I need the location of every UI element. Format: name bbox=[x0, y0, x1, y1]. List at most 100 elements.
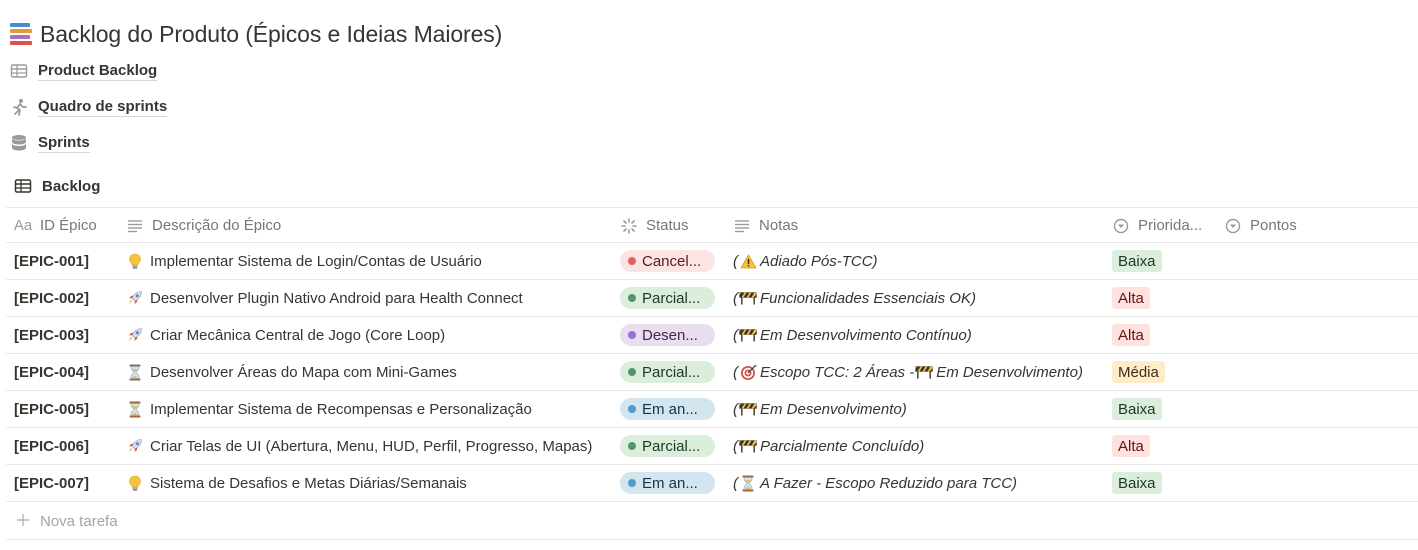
status-cell[interactable]: Em an... bbox=[620, 465, 724, 501]
rocket-icon bbox=[126, 326, 144, 344]
status-badge: Parcial... bbox=[620, 435, 715, 457]
backlog-table: Aa ID Épico Descrição do Épico Status No… bbox=[6, 207, 1418, 540]
epic-id-cell[interactable]: [EPIC-003] bbox=[14, 317, 118, 353]
status-badge: Parcial... bbox=[620, 361, 715, 383]
page-title: Backlog do Produto (Épicos e Ideias Maio… bbox=[40, 20, 503, 47]
priority-cell[interactable]: Alta bbox=[1112, 317, 1222, 353]
column-header-pontos[interactable]: Pontos bbox=[1224, 208, 1297, 243]
description-cell[interactable]: Sistema de Desafios e Metas Diárias/Sema… bbox=[126, 465, 616, 501]
priority-tag: Baixa bbox=[1112, 472, 1162, 494]
status-cell[interactable]: Parcial... bbox=[620, 354, 724, 390]
epic-id-cell[interactable]: [EPIC-005] bbox=[14, 391, 118, 427]
text-lines-icon bbox=[126, 217, 144, 235]
notes-cell[interactable]: ( Funcionalidades Essenciais OK) bbox=[733, 280, 1111, 316]
table-icon bbox=[10, 62, 28, 80]
status-dot bbox=[628, 294, 636, 302]
status-text: Parcial... bbox=[642, 437, 701, 455]
priority-cell[interactable]: Alta bbox=[1112, 428, 1222, 464]
notes-prefix: ( bbox=[733, 289, 738, 307]
notes-cell[interactable]: ( Parcialmente Concluído) bbox=[733, 428, 1111, 464]
view-tab-backlog[interactable]: Backlog bbox=[14, 174, 100, 198]
epic-id-cell[interactable]: [EPIC-001] bbox=[14, 243, 118, 279]
notes-text: Adiado Pós-TCC) bbox=[760, 252, 878, 270]
view-tab-label: Backlog bbox=[42, 177, 101, 195]
table-row[interactable]: [EPIC-002] Desenvolver Plugin Nativo And… bbox=[6, 280, 1418, 317]
notes-prefix: ( bbox=[733, 363, 738, 381]
plus-icon bbox=[16, 513, 30, 527]
status-cell[interactable]: Em an... bbox=[620, 391, 724, 427]
priority-cell[interactable]: Baixa bbox=[1112, 391, 1222, 427]
construction-icon bbox=[739, 401, 757, 417]
description-cell[interactable]: Implementar Sistema de Login/Contas de U… bbox=[126, 243, 616, 279]
column-header-descricao[interactable]: Descrição do Épico bbox=[126, 208, 281, 243]
epic-id: [EPIC-007] bbox=[14, 474, 90, 492]
status-text: Desen... bbox=[642, 326, 698, 344]
status-cell[interactable]: Desen... bbox=[620, 317, 724, 353]
select-circle-icon bbox=[1112, 217, 1130, 235]
description-cell[interactable]: Desenvolver Plugin Nativo Android para H… bbox=[126, 280, 616, 316]
table-row[interactable]: [EPIC-007] Sistema de Desafios e Metas D… bbox=[6, 465, 1418, 502]
notes-text: Escopo TCC: 2 Áreas - bbox=[760, 363, 915, 381]
select-circle-icon bbox=[1224, 217, 1242, 235]
epic-id-cell[interactable]: [EPIC-004] bbox=[14, 354, 118, 390]
description-cell[interactable]: Criar Mecânica Central de Jogo (Core Loo… bbox=[126, 317, 616, 353]
status-badge: Em an... bbox=[620, 472, 715, 494]
books-icon bbox=[10, 23, 32, 45]
column-header-notas[interactable]: Notas bbox=[733, 208, 798, 243]
column-header-status[interactable]: Status bbox=[620, 208, 689, 243]
priority-cell[interactable]: Baixa bbox=[1112, 465, 1222, 501]
column-header-id[interactable]: Aa ID Épico bbox=[12, 208, 97, 243]
description-cell[interactable]: Implementar Sistema de Recompensas e Per… bbox=[126, 391, 616, 427]
table-row[interactable]: [EPIC-005] Implementar Sistema de Recomp… bbox=[6, 391, 1418, 428]
status-dot bbox=[628, 331, 636, 339]
link-label[interactable]: Product Backlog bbox=[38, 62, 158, 81]
epic-id-cell[interactable]: [EPIC-002] bbox=[14, 280, 118, 316]
construction-icon bbox=[739, 438, 757, 454]
column-header-prioridade[interactable]: Priorida... bbox=[1112, 208, 1202, 243]
link-label[interactable]: Sprints bbox=[38, 134, 90, 153]
table-row[interactable]: [EPIC-004] Desenvolver Áreas do Mapa com… bbox=[6, 354, 1418, 391]
description-cell[interactable]: Desenvolver Áreas do Mapa com Mini-Games bbox=[126, 354, 616, 390]
priority-cell[interactable]: Alta bbox=[1112, 280, 1222, 316]
new-task-button[interactable]: Nova tarefa bbox=[6, 502, 1418, 540]
priority-cell[interactable]: Baixa bbox=[1112, 243, 1222, 279]
priority-cell[interactable]: Média bbox=[1112, 354, 1222, 390]
status-badge: Cancel... bbox=[620, 250, 715, 272]
notes-text: Parcialmente Concluído) bbox=[760, 437, 925, 455]
notes-prefix: ( bbox=[733, 437, 738, 455]
notes-cell[interactable]: ( A Fazer - Escopo Reduzido para TCC) bbox=[733, 465, 1111, 501]
link-product-backlog[interactable]: Product Backlog bbox=[10, 59, 158, 83]
rocket-icon bbox=[126, 437, 144, 455]
description-text: Desenvolver Plugin Nativo Android para H… bbox=[150, 289, 523, 307]
status-dot bbox=[628, 405, 636, 413]
status-cell[interactable]: Cancel... bbox=[620, 243, 724, 279]
database-icon bbox=[10, 134, 28, 152]
status-badge: Desen... bbox=[620, 324, 715, 346]
link-quadro-de-sprints[interactable]: Quadro de sprints bbox=[10, 95, 168, 119]
epic-id-cell[interactable]: [EPIC-007] bbox=[14, 465, 118, 501]
notes-cell[interactable]: ( Escopo TCC: 2 Áreas - Em Desenvolvimen… bbox=[733, 354, 1111, 390]
notes-cell[interactable]: ( Em Desenvolvimento) bbox=[733, 391, 1111, 427]
link-sprints[interactable]: Sprints bbox=[10, 131, 90, 155]
notes-cell[interactable]: ( Em Desenvolvimento Contínuo) bbox=[733, 317, 1111, 353]
table-row[interactable]: [EPIC-006] Criar Telas de UI (Abertura, … bbox=[6, 428, 1418, 465]
table-row[interactable]: [EPIC-003] Criar Mecânica Central de Jog… bbox=[6, 317, 1418, 354]
notes-cell[interactable]: ( Adiado Pós-TCC) bbox=[733, 243, 1111, 279]
notes-text: A Fazer - Escopo Reduzido para TCC) bbox=[760, 474, 1018, 492]
status-cell[interactable]: Parcial... bbox=[620, 428, 724, 464]
notes-prefix: ( bbox=[733, 252, 738, 270]
warning-icon bbox=[739, 253, 757, 269]
status-text: Parcial... bbox=[642, 363, 701, 381]
description-text: Implementar Sistema de Recompensas e Per… bbox=[150, 400, 532, 418]
link-label[interactable]: Quadro de sprints bbox=[38, 98, 168, 117]
status-cell[interactable]: Parcial... bbox=[620, 280, 724, 316]
description-cell[interactable]: Criar Telas de UI (Abertura, Menu, HUD, … bbox=[126, 428, 616, 464]
lightbulb-icon bbox=[126, 474, 144, 492]
table-row[interactable]: [EPIC-001] Implementar Sistema de Login/… bbox=[6, 243, 1418, 280]
title-aa-icon: Aa bbox=[13, 217, 33, 234]
epic-id-cell[interactable]: [EPIC-006] bbox=[14, 428, 118, 464]
description-text: Implementar Sistema de Login/Contas de U… bbox=[150, 252, 482, 270]
page-header: Backlog do Produto (Épicos e Ideias Maio… bbox=[10, 18, 502, 50]
table-header: Aa ID Épico Descrição do Épico Status No… bbox=[6, 207, 1418, 243]
priority-tag: Alta bbox=[1112, 324, 1150, 346]
